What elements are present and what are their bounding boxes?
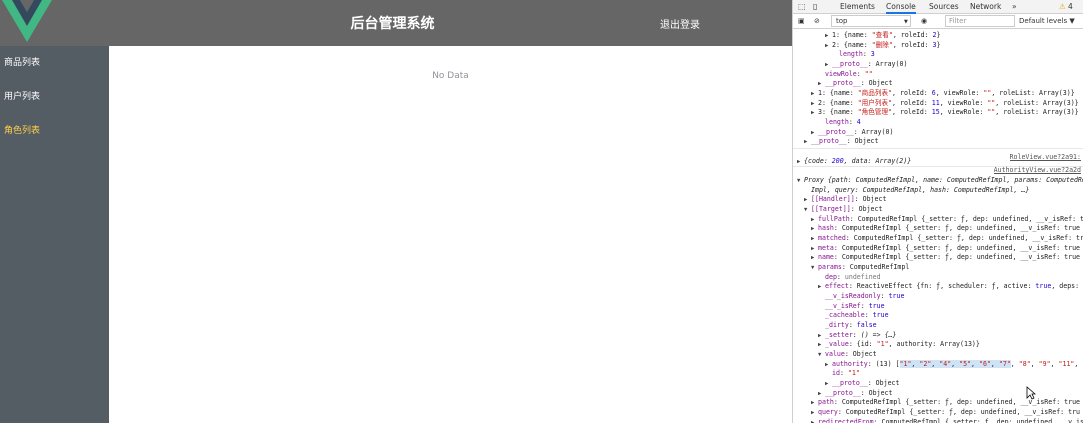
logout-button[interactable]: 退出登录 <box>660 16 700 31</box>
source-link-authorityview[interactable]: AuthorityView.vue?2a2d <box>994 165 1081 175</box>
console-line[interactable]: ▼ Proxy {path: ComputedRefImpl, name: Com… <box>793 175 1083 185</box>
console-line[interactable]: ▶ {code: 200, data: Array(2)} <box>793 156 1083 166</box>
collapsed-arrow-icon[interactable]: ▶ <box>811 224 818 233</box>
console-line[interactable]: ▶ matched: ComputedRefImpl {_setter: ƒ, d… <box>793 233 1083 243</box>
tab-console[interactable]: Console <box>886 2 916 14</box>
collapsed-arrow-icon[interactable]: ▶ <box>811 215 818 224</box>
console-line: __v_isReadonly: true <box>825 292 905 301</box>
collapsed-arrow-icon[interactable]: ▶ <box>811 244 818 253</box>
clear-console-icon[interactable]: ⊘ <box>814 17 820 25</box>
collapsed-arrow-icon[interactable]: ▶ <box>818 389 825 398</box>
collapsed-arrow-icon[interactable]: ▶ <box>818 331 825 340</box>
collapsed-arrow-icon[interactable]: ▶ <box>811 99 818 108</box>
collapsed-arrow-icon[interactable]: ▶ <box>811 408 818 417</box>
tab-sources[interactable]: Sources <box>929 2 959 11</box>
tab-elements[interactable]: Elements <box>840 2 875 11</box>
console-line[interactable]: ▶ __proto__: Object <box>793 388 1083 398</box>
inspect-icon[interactable]: ⬚ <box>798 2 806 11</box>
expanded-arrow-icon[interactable]: ▼ <box>811 263 818 272</box>
console-line[interactable]: ▶ name: ComputedRefImpl {_setter: ƒ, dep:… <box>793 252 1083 262</box>
context-label: top <box>836 17 848 25</box>
collapsed-arrow-icon[interactable]: ▶ <box>804 195 811 204</box>
console-line[interactable]: ▼ value: Object <box>793 349 1083 359</box>
console-line[interactable]: ▶ hash: ComputedRefImpl {_setter: ƒ, dep:… <box>793 223 1083 233</box>
console-line[interactable]: ▶ 2: {name: "用户列表", roleId: 11, viewRole:… <box>793 98 1083 108</box>
app-window: 后台管理系统 退出登录 商品列表 用户列表 角色列表 No Data <box>0 0 792 423</box>
collapsed-arrow-icon[interactable]: ▶ <box>818 340 825 349</box>
console-line[interactable]: ▶ redirectedFrom: ComputedRefImpl {_sette… <box>793 417 1083 423</box>
sidebar-item-products[interactable]: 商品列表 <box>0 46 109 80</box>
console-line: _cacheable: true <box>825 311 889 320</box>
filter-placeholder: Filter <box>949 17 967 25</box>
console-line: _dirty: false <box>825 321 877 330</box>
console-line[interactable]: ▶ __proto__: Object <box>793 136 1083 146</box>
console-line[interactable]: ▶ fullPath: ComputedRefImpl {_setter: ƒ, … <box>793 214 1083 224</box>
devtools-tabbar: ⬚ ▯ Elements Console Sources Network » ⚠… <box>793 0 1083 14</box>
console-line: dep: undefined <box>825 272 881 281</box>
sidebar: 商品列表 用户列表 角色列表 <box>0 46 109 423</box>
console-line[interactable]: ▶ __proto__: Array(0) <box>793 127 1083 137</box>
main-content: No Data <box>109 46 792 423</box>
console-line[interactable]: ▶ __proto__: Object <box>793 378 1083 388</box>
expanded-arrow-icon[interactable]: ▼ <box>818 350 825 359</box>
chevron-down-icon: ▼ <box>904 19 908 25</box>
collapsed-arrow-icon[interactable]: ▶ <box>825 360 832 369</box>
console-line[interactable]: ▶ path: ComputedRefImpl {_setter: ƒ, dep:… <box>793 397 1083 407</box>
message-divider <box>793 148 1083 149</box>
collapsed-arrow-icon[interactable]: ▶ <box>811 253 818 262</box>
console-line: length: 3 <box>839 50 875 59</box>
collapsed-arrow-icon[interactable]: ▶ <box>811 89 818 98</box>
console-line: viewRole: "" <box>825 69 873 78</box>
collapsed-arrow-icon[interactable]: ▶ <box>804 137 811 146</box>
sidebar-toggle-icon[interactable]: ▣ <box>798 17 805 25</box>
console-line[interactable]: ▶ 3: {name: "角色管理", roleId: 15, viewRole:… <box>793 107 1083 117</box>
console-line[interactable]: ▶ [[Handler]]: Object <box>793 194 1083 204</box>
console-line[interactable]: ▶ 2: {name: "删除", roleId: 3} <box>793 40 1083 50</box>
console-line: id: "1" <box>832 369 860 378</box>
collapsed-arrow-icon[interactable]: ▶ <box>825 41 832 50</box>
console-toolbar: ▣ ⊘ top ▼ ◉ Filter Default levels ▼ <box>793 14 1083 29</box>
collapsed-arrow-icon[interactable]: ▶ <box>811 128 818 137</box>
console-line[interactable]: ▶ __proto__: Object <box>793 78 1083 88</box>
collapsed-arrow-icon[interactable]: ▶ <box>811 234 818 243</box>
console-line[interactable]: ▶ query: ComputedRefImpl {_setter: ƒ, dep… <box>793 407 1083 417</box>
collapsed-arrow-icon[interactable]: ▶ <box>825 31 832 40</box>
collapsed-arrow-icon[interactable]: ▶ <box>811 398 818 407</box>
log-levels-dropdown[interactable]: Default levels ▼ <box>1019 17 1075 25</box>
console-line[interactable]: ▶ 1: {name: "商品列表", roleId: 6, viewRole: … <box>793 88 1083 98</box>
sidebar-item-users[interactable]: 用户列表 <box>0 80 109 114</box>
console-line[interactable]: ▼ [[Target]]: Object <box>793 204 1083 214</box>
console-line: Impl, query: ComputedRefImpl, hash: Comp… <box>811 185 1030 194</box>
collapsed-arrow-icon[interactable]: ▶ <box>797 157 804 166</box>
more-tabs-button[interactable]: » <box>1012 2 1017 11</box>
devtools-panel: ⬚ ▯ Elements Console Sources Network » ⚠… <box>792 0 1083 423</box>
collapsed-arrow-icon[interactable]: ▶ <box>825 60 832 69</box>
empty-state-text: No Data <box>432 71 469 81</box>
console-line: __v_isRef: true <box>825 301 885 310</box>
console-line[interactable]: ▶ effect: ReactiveEffect {fn: ƒ, schedule… <box>793 281 1083 291</box>
eye-icon[interactable]: ◉ <box>921 17 927 25</box>
collapsed-arrow-icon[interactable]: ▶ <box>825 379 832 388</box>
console-line[interactable]: ▼ params: ComputedRefImpl <box>793 262 1083 272</box>
collapsed-arrow-icon[interactable]: ▶ <box>811 108 818 117</box>
tab-network[interactable]: Network <box>970 2 1001 11</box>
console-line[interactable]: ▶ meta: ComputedRefImpl {_setter: ƒ, dep:… <box>793 243 1083 253</box>
collapsed-arrow-icon[interactable]: ▶ <box>818 282 825 291</box>
device-toggle-icon[interactable]: ▯ <box>813 2 817 11</box>
warning-count: 4 <box>1068 2 1073 11</box>
console-line[interactable]: ▶ __proto__: Array(0) <box>793 59 1083 69</box>
sidebar-item-roles[interactable]: 角色列表 <box>0 114 109 148</box>
expanded-arrow-icon[interactable]: ▼ <box>797 176 804 185</box>
console-line: length: 4 <box>825 118 861 127</box>
collapsed-arrow-icon[interactable]: ▶ <box>818 79 825 88</box>
console-line[interactable]: ▶ 1: {name: "查看", roleId: 2} <box>793 30 1083 40</box>
app-header: 后台管理系统 退出登录 <box>0 0 792 46</box>
collapsed-arrow-icon[interactable]: ▶ <box>811 418 818 423</box>
console-line[interactable]: ▶ _value: {id: "1", authority: Array(13)} <box>793 339 1083 349</box>
console-line[interactable]: ▶ authority: (13) ["1", "2", "4", "5", "6… <box>793 359 1083 369</box>
expanded-arrow-icon[interactable]: ▼ <box>804 205 811 214</box>
warning-icon[interactable]: ⚠ <box>1059 2 1066 11</box>
console-line[interactable]: ▶ _setter: () => {…} <box>793 330 1083 340</box>
console-output[interactable]: RoleView.vue?2a91: AuthorityView.vue?2a2… <box>793 30 1083 423</box>
